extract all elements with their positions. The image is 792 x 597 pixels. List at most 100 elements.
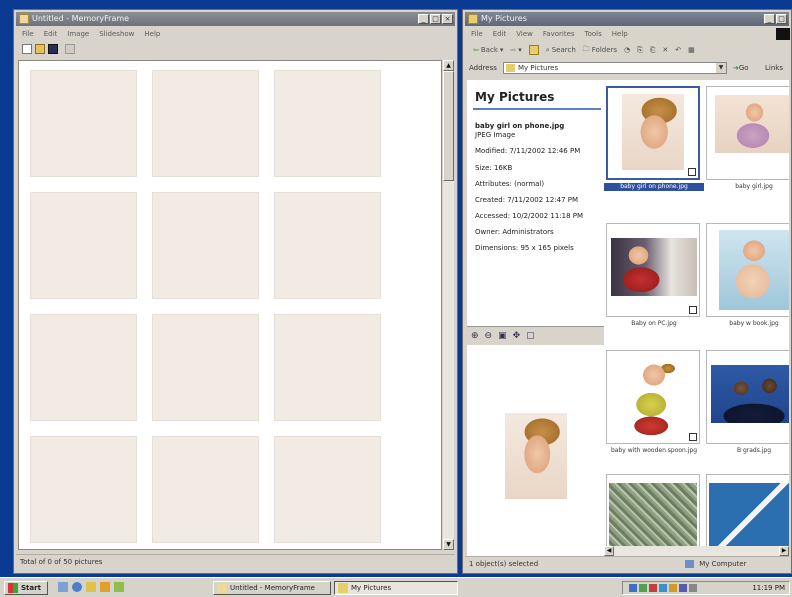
thumbnail-label[interactable]: baby w book.jpg bbox=[704, 320, 789, 328]
undo-icon[interactable]: ↶ bbox=[673, 43, 683, 57]
thumbnail[interactable] bbox=[606, 350, 700, 444]
thumbnail[interactable] bbox=[606, 86, 700, 180]
print-icon[interactable] bbox=[65, 44, 75, 54]
menu-file[interactable]: File bbox=[22, 28, 34, 40]
minimize-button[interactable]: _ bbox=[764, 14, 775, 24]
move-to-icon[interactable]: ⎘ bbox=[635, 43, 645, 57]
thumbnail[interactable] bbox=[706, 223, 789, 317]
thumbnail-label[interactable]: baby girl on phone.jpg bbox=[604, 183, 704, 191]
open-folder-icon[interactable] bbox=[35, 44, 45, 54]
picture-slot[interactable] bbox=[152, 192, 259, 299]
maximize-button[interactable]: □ bbox=[430, 14, 441, 24]
views-icon[interactable]: ▦ bbox=[686, 43, 697, 57]
task-my-pictures[interactable]: My Pictures bbox=[334, 581, 458, 595]
menu-image[interactable]: Image bbox=[67, 28, 89, 40]
picture-slot[interactable] bbox=[274, 192, 381, 299]
address-value: My Pictures bbox=[518, 64, 559, 72]
back-button[interactable]: ⇦ Back ▾ bbox=[471, 43, 505, 57]
tray-icon[interactable] bbox=[639, 584, 647, 592]
outlook-icon[interactable] bbox=[86, 582, 96, 592]
file-owner: Owner: Administrators bbox=[475, 228, 554, 236]
scroll-left-arrow[interactable]: ◀ bbox=[604, 546, 614, 556]
minimize-button[interactable]: _ bbox=[418, 14, 429, 24]
internet-explorer-icon[interactable] bbox=[72, 582, 82, 592]
actual-size-icon[interactable]: ▢ bbox=[526, 331, 535, 341]
volume-icon[interactable] bbox=[689, 584, 697, 592]
menu-view[interactable]: View bbox=[516, 28, 533, 40]
window-title: My Pictures bbox=[481, 14, 527, 23]
thumbnail[interactable] bbox=[606, 474, 700, 556]
my-pictures-titlebar[interactable]: My Pictures _ □ bbox=[465, 12, 789, 26]
scroll-up-arrow[interactable]: ▲ bbox=[443, 60, 454, 71]
delete-icon[interactable]: ✕ bbox=[660, 43, 670, 57]
picture-slot[interactable] bbox=[30, 436, 137, 543]
go-button[interactable]: ➔Go bbox=[733, 60, 749, 76]
close-button[interactable]: × bbox=[442, 14, 453, 24]
menu-help[interactable]: Help bbox=[144, 28, 160, 40]
picture-slot[interactable] bbox=[30, 314, 137, 421]
picture-slot[interactable] bbox=[152, 436, 259, 543]
status-left: 1 object(s) selected bbox=[469, 560, 539, 568]
thumbnail[interactable] bbox=[706, 474, 789, 556]
start-button[interactable]: Start bbox=[4, 581, 48, 595]
photo-baby-girl bbox=[715, 95, 789, 153]
thumbnail[interactable] bbox=[606, 223, 700, 317]
picture-slot[interactable] bbox=[274, 70, 381, 177]
tray-icon[interactable] bbox=[679, 584, 687, 592]
tray-icon[interactable] bbox=[629, 584, 637, 592]
up-folder-icon[interactable] bbox=[527, 43, 541, 57]
links-label[interactable]: Links bbox=[765, 60, 783, 76]
thumbnail-label[interactable]: Baby on PC.jpg bbox=[604, 320, 704, 328]
media-player-icon[interactable] bbox=[100, 582, 110, 592]
menu-favorites[interactable]: Favorites bbox=[543, 28, 575, 40]
picture-slot[interactable] bbox=[274, 314, 381, 421]
scroll-right-arrow[interactable]: ▶ bbox=[779, 546, 789, 556]
app-launch-icon[interactable] bbox=[114, 582, 124, 592]
task-memoryframe[interactable]: Untitled - MemoryFrame bbox=[213, 581, 331, 595]
zoom-in-icon[interactable]: ⊕ bbox=[471, 331, 479, 341]
thumbnails-view[interactable]: baby girl on phone.jpg baby girl.jpg Bab… bbox=[604, 80, 789, 556]
fit-icon[interactable]: ▣ bbox=[498, 331, 507, 341]
picture-slot[interactable] bbox=[30, 70, 137, 177]
history-icon[interactable]: ◔ bbox=[622, 43, 632, 57]
scroll-thumb[interactable] bbox=[443, 71, 454, 181]
collage-canvas[interactable] bbox=[18, 60, 442, 550]
address-label: Address bbox=[469, 64, 497, 72]
copy-to-icon[interactable]: ⎗ bbox=[648, 43, 658, 57]
horizontal-scrollbar[interactable]: ◀ ▶ bbox=[604, 546, 789, 556]
address-input[interactable]: My Pictures ▼ bbox=[503, 62, 727, 74]
maximize-button[interactable]: □ bbox=[776, 14, 787, 24]
picture-slot[interactable] bbox=[152, 70, 259, 177]
dropdown-arrow-icon[interactable]: ▼ bbox=[716, 63, 726, 73]
picture-slot[interactable] bbox=[274, 436, 381, 543]
menu-edit[interactable]: Edit bbox=[44, 28, 58, 40]
menu-slideshow[interactable]: Slideshow bbox=[99, 28, 134, 40]
clock[interactable]: 11:19 PM bbox=[752, 582, 785, 594]
folders-button[interactable]: 🗀 Folders bbox=[581, 43, 619, 57]
status-bar: 1 object(s) selected My Computer bbox=[465, 556, 789, 570]
menu-file[interactable]: File bbox=[471, 28, 483, 40]
thumbnail-label[interactable]: baby girl.jpg bbox=[704, 183, 789, 191]
tray-icon[interactable] bbox=[649, 584, 657, 592]
menu-edit[interactable]: Edit bbox=[493, 28, 507, 40]
forward-button[interactable]: ⇨ ▾ bbox=[508, 43, 523, 57]
search-button[interactable]: ⌕ Search bbox=[544, 43, 578, 57]
thumbnail[interactable] bbox=[706, 86, 789, 180]
tray-icon[interactable] bbox=[669, 584, 677, 592]
save-icon[interactable] bbox=[48, 44, 58, 54]
picture-slot[interactable] bbox=[152, 314, 259, 421]
picture-slot[interactable] bbox=[30, 192, 137, 299]
menu-tools[interactable]: Tools bbox=[585, 28, 602, 40]
vertical-scrollbar[interactable]: ▲ ▼ bbox=[443, 60, 454, 550]
scroll-down-arrow[interactable]: ▼ bbox=[443, 539, 454, 550]
desktop-icon[interactable] bbox=[58, 582, 68, 592]
memoryframe-titlebar[interactable]: Untitled - MemoryFrame _ □ × bbox=[16, 12, 455, 26]
zoom-out-icon[interactable]: ⊖ bbox=[485, 331, 493, 341]
thumbnail-label[interactable]: B grads.jpg bbox=[704, 447, 789, 455]
pan-icon[interactable]: ✥ bbox=[513, 331, 521, 341]
menu-help[interactable]: Help bbox=[612, 28, 628, 40]
thumbnail-label[interactable]: baby with wooden spoon.jpg bbox=[604, 447, 704, 455]
thumbnail[interactable] bbox=[706, 350, 789, 444]
tray-icon[interactable] bbox=[659, 584, 667, 592]
new-file-icon[interactable] bbox=[22, 44, 32, 54]
